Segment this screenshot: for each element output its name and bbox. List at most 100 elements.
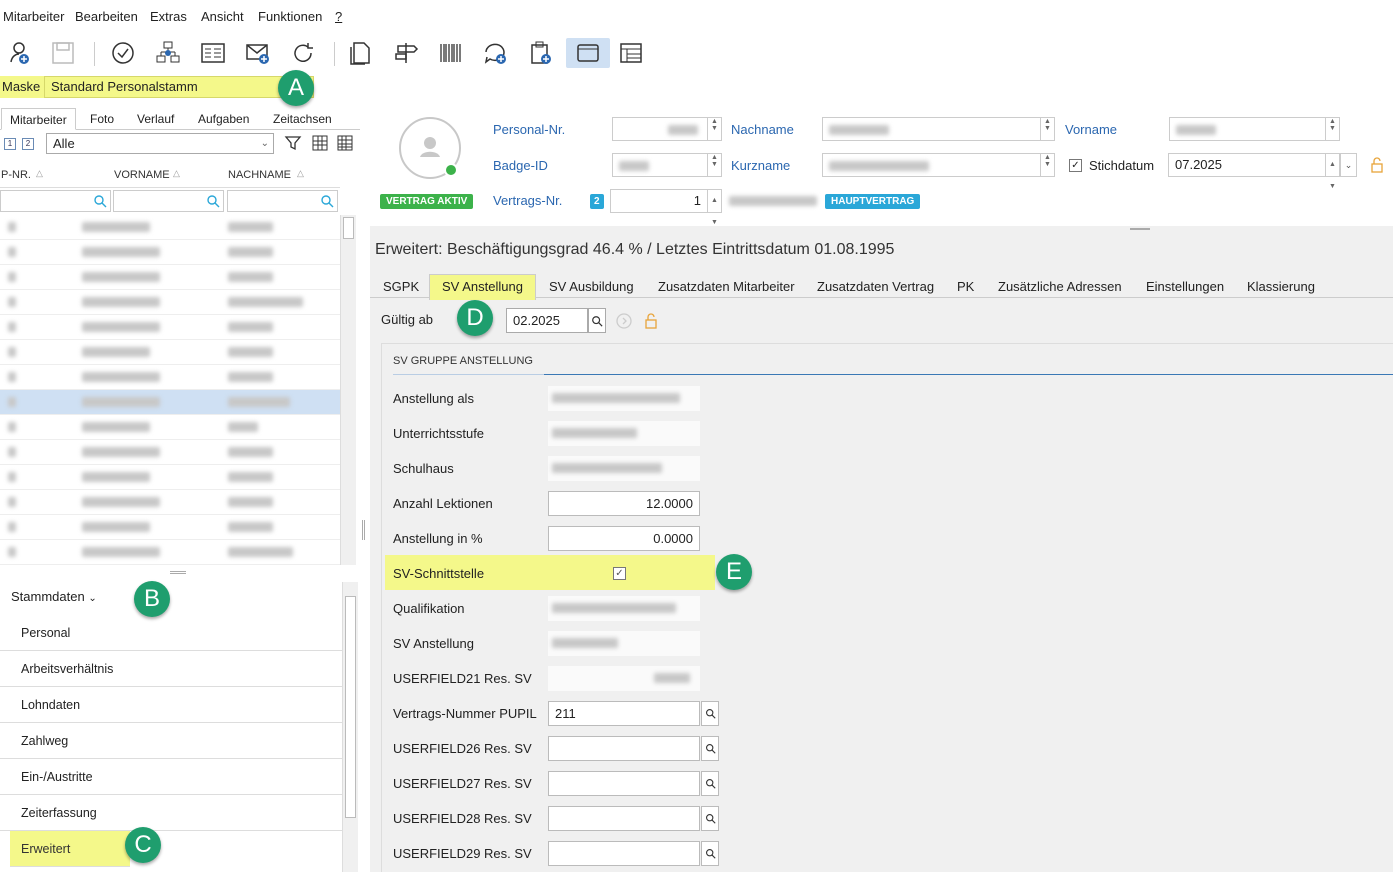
- splitter-handle[interactable]: [170, 571, 186, 574]
- maske-select[interactable]: Standard Personalstamm: [44, 76, 314, 98]
- search-icon[interactable]: [588, 308, 606, 333]
- anstellung-prozent-field[interactable]: 0.0000: [548, 526, 700, 551]
- menu-help[interactable]: ?: [335, 9, 342, 24]
- search-input-pnr[interactable]: [0, 190, 111, 212]
- nav-item-zahlweg[interactable]: Zahlweg: [0, 723, 342, 759]
- sort-icon[interactable]: △: [173, 168, 180, 179]
- search-input-nachname[interactable]: [227, 190, 338, 212]
- nav-scrollbar[interactable]: [342, 582, 358, 872]
- userfield21-field[interactable]: [548, 666, 700, 691]
- search-icon[interactable]: [701, 736, 719, 761]
- schulhaus-field[interactable]: [548, 456, 700, 481]
- nav-item-lohndaten[interactable]: Lohndaten: [0, 687, 342, 723]
- list-item[interactable]: [0, 365, 340, 390]
- list-item[interactable]: [0, 315, 340, 340]
- list-item[interactable]: [0, 265, 340, 290]
- badge-id-field[interactable]: ▲ ▼: [612, 153, 722, 177]
- unterrichtsstufe-field[interactable]: [548, 421, 700, 446]
- vertical-splitter-handle[interactable]: [362, 520, 365, 540]
- spinner[interactable]: ▲ ▼: [707, 190, 721, 226]
- tab-sv-ausbildung[interactable]: SV Ausbildung: [549, 279, 634, 294]
- clipboard-add-icon[interactable]: [526, 38, 556, 68]
- document-icon[interactable]: [346, 38, 376, 68]
- search-icon[interactable]: [701, 841, 719, 866]
- anstellung-als-field[interactable]: [548, 386, 700, 411]
- list-icon[interactable]: [198, 38, 228, 68]
- columns-icon[interactable]: [311, 134, 329, 152]
- spinner[interactable]: ▲ ▼: [1325, 118, 1339, 140]
- filter-button-1[interactable]: 1: [4, 138, 16, 150]
- nav-item-erweitert[interactable]: Erweitert: [10, 831, 130, 867]
- personal-nr-field[interactable]: ▲ ▼: [612, 117, 722, 141]
- list-item[interactable]: [0, 540, 340, 565]
- menu-bearbeiten[interactable]: Bearbeiten: [75, 9, 138, 24]
- gueltig-ab-field[interactable]: 02.2025: [506, 308, 588, 333]
- menu-ansicht[interactable]: Ansicht: [201, 9, 244, 24]
- qualifikation-field[interactable]: [548, 596, 700, 621]
- col-vorname[interactable]: VORNAME: [114, 169, 170, 181]
- col-pnr[interactable]: P-NR.: [1, 169, 31, 181]
- tab-zusatzdaten-mitarbeiter[interactable]: Zusatzdaten Mitarbeiter: [658, 279, 795, 294]
- table-icon[interactable]: [336, 134, 354, 152]
- add-user-icon[interactable]: [2, 38, 42, 68]
- menu-funktionen[interactable]: Funktionen: [258, 9, 322, 24]
- stichdatum-dropdown[interactable]: ⌄: [1340, 153, 1357, 177]
- userfield26-field[interactable]: [548, 736, 700, 761]
- menu-mitarbeiter[interactable]: Mitarbeiter: [3, 9, 64, 24]
- mail-add-icon[interactable]: [243, 38, 273, 68]
- filter-icon[interactable]: [284, 134, 302, 152]
- tab-foto[interactable]: Foto: [90, 112, 114, 126]
- nav-head[interactable]: Stammdaten ⌄: [0, 582, 342, 612]
- save-icon[interactable]: [48, 38, 78, 68]
- nav-item-ein-austritte[interactable]: Ein-/Austritte: [0, 759, 342, 795]
- filter-select[interactable]: Alle ⌄: [46, 133, 274, 154]
- stichdatum-checkbox[interactable]: ✓: [1069, 159, 1082, 172]
- grid-icon[interactable]: [616, 38, 646, 68]
- tab-verlauf[interactable]: Verlauf: [137, 112, 174, 126]
- list-item[interactable]: [0, 415, 340, 440]
- tab-zusaetzliche-adressen[interactable]: Zusätzliche Adressen: [998, 279, 1122, 294]
- col-nachname[interactable]: NACHNAME: [228, 169, 291, 181]
- header-collapse-handle[interactable]: [1130, 228, 1150, 230]
- tab-sv-anstellung[interactable]: SV Anstellung: [429, 274, 536, 300]
- scroll-thumb[interactable]: [343, 217, 354, 239]
- tab-pk[interactable]: PK: [957, 279, 974, 294]
- barcode-icon[interactable]: [436, 38, 466, 68]
- list-item[interactable]: [0, 515, 340, 540]
- nav-item-personal[interactable]: Personal: [0, 615, 342, 651]
- refresh-icon[interactable]: [288, 38, 318, 68]
- userfield27-field[interactable]: [548, 771, 700, 796]
- tab-zusatzdaten-vertrag[interactable]: Zusatzdaten Vertrag: [817, 279, 934, 294]
- spinner[interactable]: ▲ ▼: [1040, 154, 1054, 176]
- tab-aufgaben[interactable]: Aufgaben: [198, 112, 249, 126]
- search-icon[interactable]: [701, 806, 719, 831]
- stichdatum-field[interactable]: 07.2025 ▲ ▼: [1168, 153, 1340, 190]
- nachname-field[interactable]: ▲ ▼: [822, 117, 1055, 141]
- chat-add-icon[interactable]: [481, 38, 511, 68]
- tab-mitarbeiter[interactable]: Mitarbeiter: [1, 108, 76, 130]
- sv-schnittstelle-checkbox[interactable]: ✓: [613, 567, 626, 580]
- filter-button-2[interactable]: 2: [22, 138, 34, 150]
- list-item[interactable]: [0, 440, 340, 465]
- next-arrow-icon[interactable]: [615, 308, 633, 333]
- sv-anstellung-field[interactable]: [548, 631, 700, 656]
- pupil-field[interactable]: 211: [548, 701, 700, 726]
- scroll-thumb[interactable]: [345, 596, 356, 818]
- tab-klassierung[interactable]: Klassierung: [1247, 279, 1315, 294]
- sort-icon[interactable]: △: [297, 168, 304, 179]
- tab-einstellungen[interactable]: Einstellungen: [1146, 279, 1224, 294]
- list-item[interactable]: [0, 240, 340, 265]
- list-item[interactable]: [0, 290, 340, 315]
- list-item[interactable]: [0, 215, 340, 240]
- spinner[interactable]: ▲ ▼: [1325, 154, 1339, 190]
- userfield28-field[interactable]: [548, 806, 700, 831]
- kurzname-field[interactable]: ▲ ▼: [822, 153, 1055, 177]
- nav-item-arbeitsverhaeltnis[interactable]: Arbeitsverhältnis: [0, 651, 342, 687]
- anzahl-lektionen-field[interactable]: 12.0000: [548, 491, 700, 516]
- search-icon[interactable]: [701, 771, 719, 796]
- tab-zeitachsen[interactable]: Zeitachsen: [273, 112, 332, 126]
- vertrags-nr-field[interactable]: 1 ▲ ▼: [610, 189, 722, 226]
- vorname-field[interactable]: ▲ ▼: [1169, 117, 1340, 141]
- spinner[interactable]: ▲ ▼: [707, 154, 721, 176]
- search-icon[interactable]: [701, 701, 719, 726]
